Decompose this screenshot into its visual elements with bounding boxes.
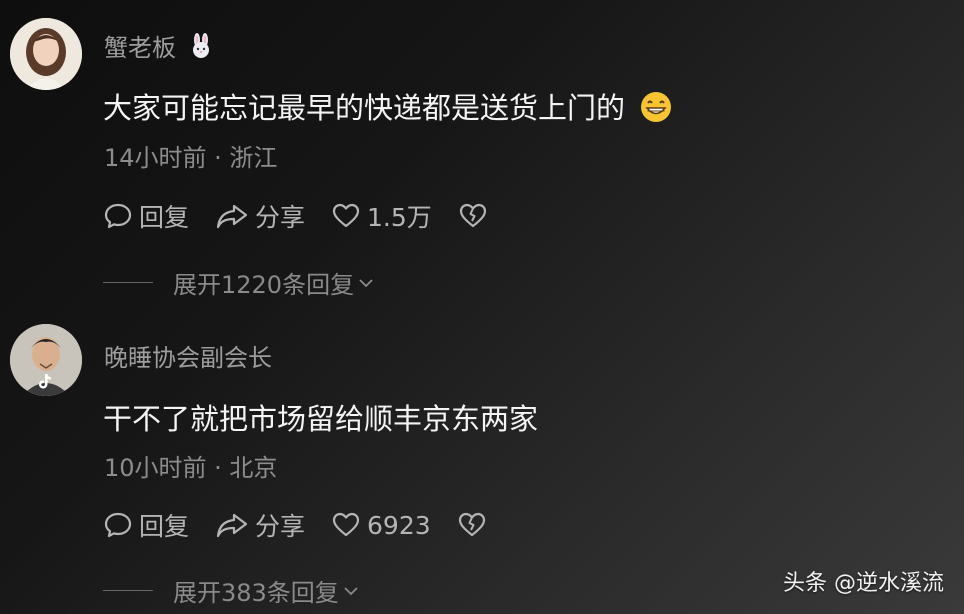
chevron-down-icon (344, 586, 358, 595)
comment-actions: 回复 分享 1.5万 (103, 199, 520, 233)
watermark: 头条 @逆水溪流 (783, 571, 944, 596)
comment-bubble-icon (104, 512, 132, 538)
chevron-down-icon (359, 278, 373, 287)
expand-replies[interactable]: 展开383条回复 (103, 573, 360, 608)
divider (103, 282, 153, 283)
broken-heart-icon (458, 512, 485, 537)
dislike-button[interactable] (458, 201, 494, 231)
username[interactable]: 晚睡协会副会长 (104, 338, 272, 373)
heart-icon (332, 203, 360, 228)
divider (103, 590, 153, 591)
like-button[interactable]: 6923 (331, 510, 431, 540)
reply-button[interactable]: 回复 (103, 507, 189, 543)
share-arrow-icon (216, 513, 248, 538)
comment-meta: 14小时前 · 浙江 (104, 144, 278, 172)
like-button[interactable]: 1.5万 (331, 198, 432, 234)
share-button[interactable]: 分享 (215, 198, 305, 234)
avatar[interactable] (10, 324, 82, 396)
rabbit-emoji-icon (188, 33, 214, 65)
comment-text: 大家可能忘记最早的快递都是送货上门的 (103, 85, 672, 130)
share-arrow-icon (216, 204, 248, 229)
heart-icon (332, 512, 360, 537)
dislike-button[interactable] (457, 510, 493, 540)
comment-bubble-icon (104, 203, 132, 229)
share-button[interactable]: 分享 (215, 507, 305, 543)
comment-text: 干不了就把市场留给顺丰京东两家 (103, 402, 539, 436)
avatar[interactable] (10, 18, 82, 90)
broken-heart-icon (459, 203, 486, 228)
grin-emoji-icon (640, 91, 672, 130)
like-count: 6923 (367, 510, 431, 540)
comment-meta: 10小时前 · 北京 (104, 454, 278, 482)
expand-replies[interactable]: 展开1220条回复 (103, 265, 375, 300)
like-count: 1.5万 (367, 203, 432, 232)
username[interactable]: 蟹老板 (104, 28, 214, 65)
reply-button[interactable]: 回复 (103, 198, 189, 234)
comment-item: 蟹老板 大家可能忘记最早的快递都是送货上门的 14小时前 · 浙江 回复 分享 … (0, 0, 964, 300)
comment-actions: 回复 分享 6923 (103, 508, 519, 542)
